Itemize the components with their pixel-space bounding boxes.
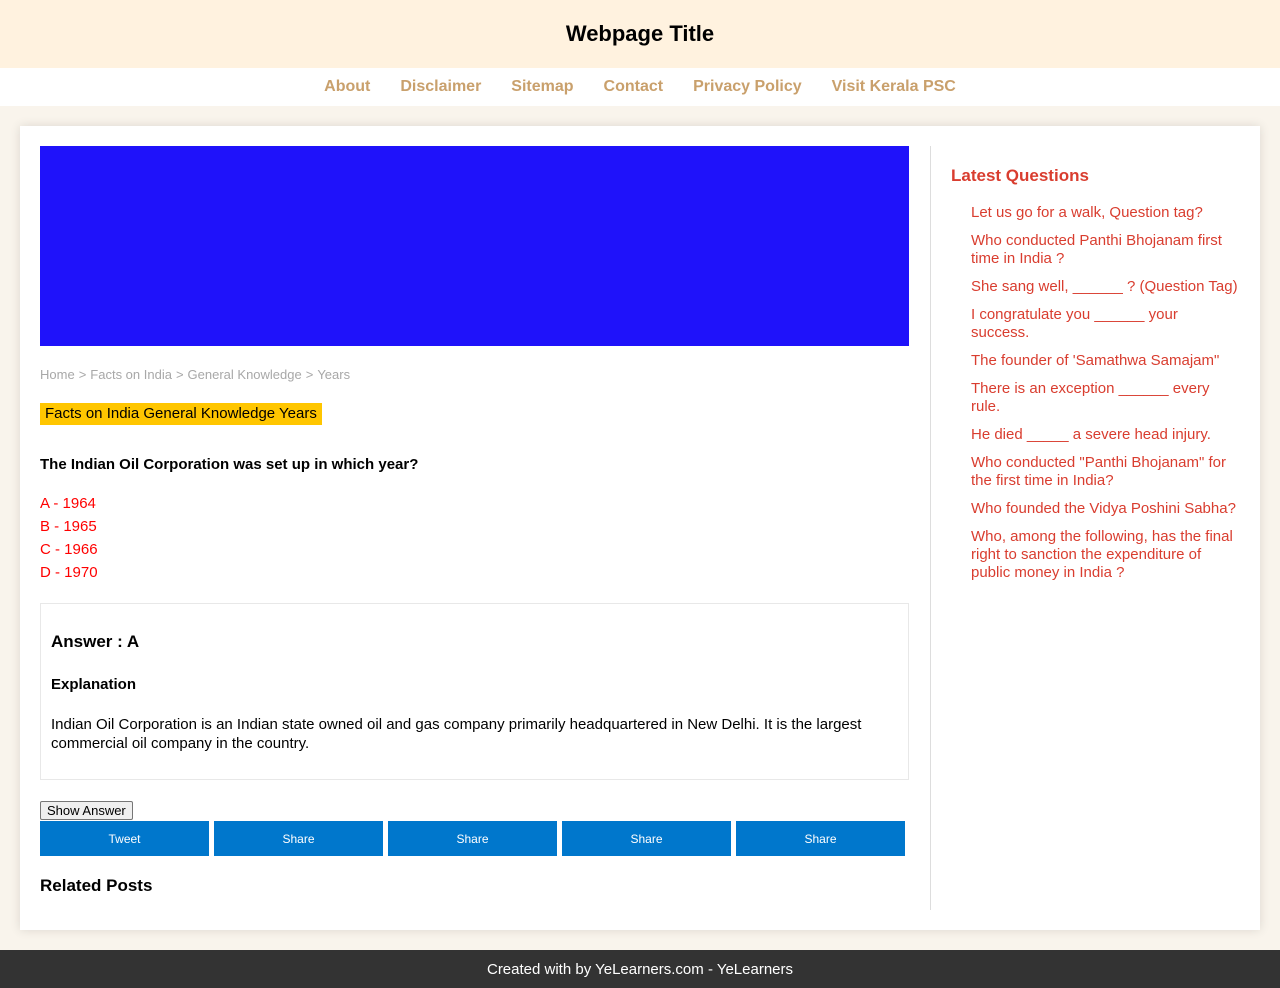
latest-question-link[interactable]: I congratulate you ______ your success. bbox=[971, 306, 1240, 342]
answer-box: Answer : A Explanation Indian Oil Corpor… bbox=[40, 603, 909, 780]
question-text: The Indian Oil Corporation was set up in… bbox=[40, 456, 419, 473]
category-tag[interactable]: Facts on India General Knowledge Years bbox=[40, 403, 322, 425]
latest-question-link[interactable]: Let us go for a walk, Question tag? bbox=[971, 204, 1240, 222]
latest-question-link[interactable]: There is an exception ______ every rule. bbox=[971, 380, 1240, 416]
answer-title: Answer : A bbox=[51, 632, 140, 651]
site-footer: Created with by YeLearners.com - YeLearn… bbox=[0, 950, 1280, 988]
nav-link-privacy-policy[interactable]: Privacy Policy bbox=[693, 78, 802, 96]
explanation-text: Indian Oil Corporation is an Indian stat… bbox=[51, 716, 862, 752]
explanation-title: Explanation bbox=[51, 676, 137, 693]
nav-link-about[interactable]: About bbox=[324, 78, 370, 96]
content-card: Home > Facts on India > General Knowledge > Ye… bbox=[20, 126, 1260, 930]
breadcrumb-years[interactable]: Years bbox=[317, 367, 350, 382]
site-title: Webpage Title bbox=[565, 21, 715, 46]
tweet-button[interactable]: Tweet bbox=[40, 821, 209, 856]
sidebar: Latest Questions Let us go for a walk, Q… bbox=[951, 146, 1240, 910]
nav-link-visit-kerala-psc[interactable]: Visit Kerala PSC bbox=[832, 78, 956, 96]
related-posts-heading: Related Posts bbox=[40, 876, 153, 895]
top-nav: About Disclaimer Sitemap Contact Privacy… bbox=[0, 68, 1280, 106]
sidebar-title: Latest Questions bbox=[951, 166, 1089, 185]
breadcrumb-separator: > bbox=[305, 367, 314, 382]
breadcrumb-facts-on-india[interactable]: Facts on India bbox=[90, 367, 172, 382]
option-a: A - 1964 bbox=[40, 495, 96, 512]
latest-question-link[interactable]: The founder of 'Samathwa Samajam" bbox=[971, 352, 1240, 370]
share-buttons: Tweet Share Share Share Share bbox=[40, 821, 909, 856]
show-answer-row: Show Answer bbox=[40, 801, 909, 821]
latest-question-link[interactable]: Who conducted Panthi Bhojanam first time… bbox=[971, 232, 1240, 268]
latest-question-link[interactable]: Who founded the Vidya Poshini Sabha? bbox=[971, 500, 1240, 518]
column-divider bbox=[930, 146, 931, 910]
share-button[interactable]: Share bbox=[214, 821, 383, 856]
share-button[interactable]: Share bbox=[388, 821, 557, 856]
latest-question-link[interactable]: He died _____ a severe head injury. bbox=[971, 426, 1240, 444]
tag-row: Facts on India General Knowledge Years bbox=[40, 403, 909, 425]
nav-link-sitemap[interactable]: Sitemap bbox=[511, 78, 573, 96]
footer-text: Created with by YeLearners.com - YeLearn… bbox=[486, 960, 794, 978]
show-answer-button[interactable]: Show Answer bbox=[40, 801, 133, 820]
option-d: D - 1970 bbox=[40, 564, 98, 581]
breadcrumb: Home > Facts on India > General Knowledge > Ye… bbox=[40, 367, 909, 382]
share-button[interactable]: Share bbox=[562, 821, 731, 856]
nav-link-contact[interactable]: Contact bbox=[604, 78, 664, 96]
latest-questions-list: Let us go for a walk, Question tag? Who … bbox=[951, 204, 1240, 582]
site-header: Webpage Title bbox=[0, 0, 1280, 68]
latest-question-link[interactable]: She sang well, ______ ? (Question Tag) bbox=[971, 278, 1240, 296]
share-button[interactable]: Share bbox=[736, 821, 905, 856]
options-list: A - 1964 B - 1965 C - 1966 D - 1970 bbox=[40, 492, 909, 584]
breadcrumb-separator: > bbox=[175, 367, 184, 382]
main-content: Home > Facts on India > General Knowledge > Ye… bbox=[40, 146, 909, 910]
nav-link-disclaimer[interactable]: Disclaimer bbox=[400, 78, 481, 96]
banner-ad[interactable] bbox=[40, 146, 909, 346]
latest-question-link[interactable]: Who, among the following, has the final … bbox=[971, 528, 1240, 582]
option-c: C - 1966 bbox=[40, 541, 98, 558]
breadcrumb-general-knowledge[interactable]: General Knowledge bbox=[188, 367, 302, 382]
breadcrumb-separator: > bbox=[78, 367, 87, 382]
latest-question-link[interactable]: Who conducted "Panthi Bhojanam" for the … bbox=[971, 454, 1240, 490]
option-b: B - 1965 bbox=[40, 518, 97, 535]
breadcrumb-home[interactable]: Home bbox=[40, 367, 75, 382]
